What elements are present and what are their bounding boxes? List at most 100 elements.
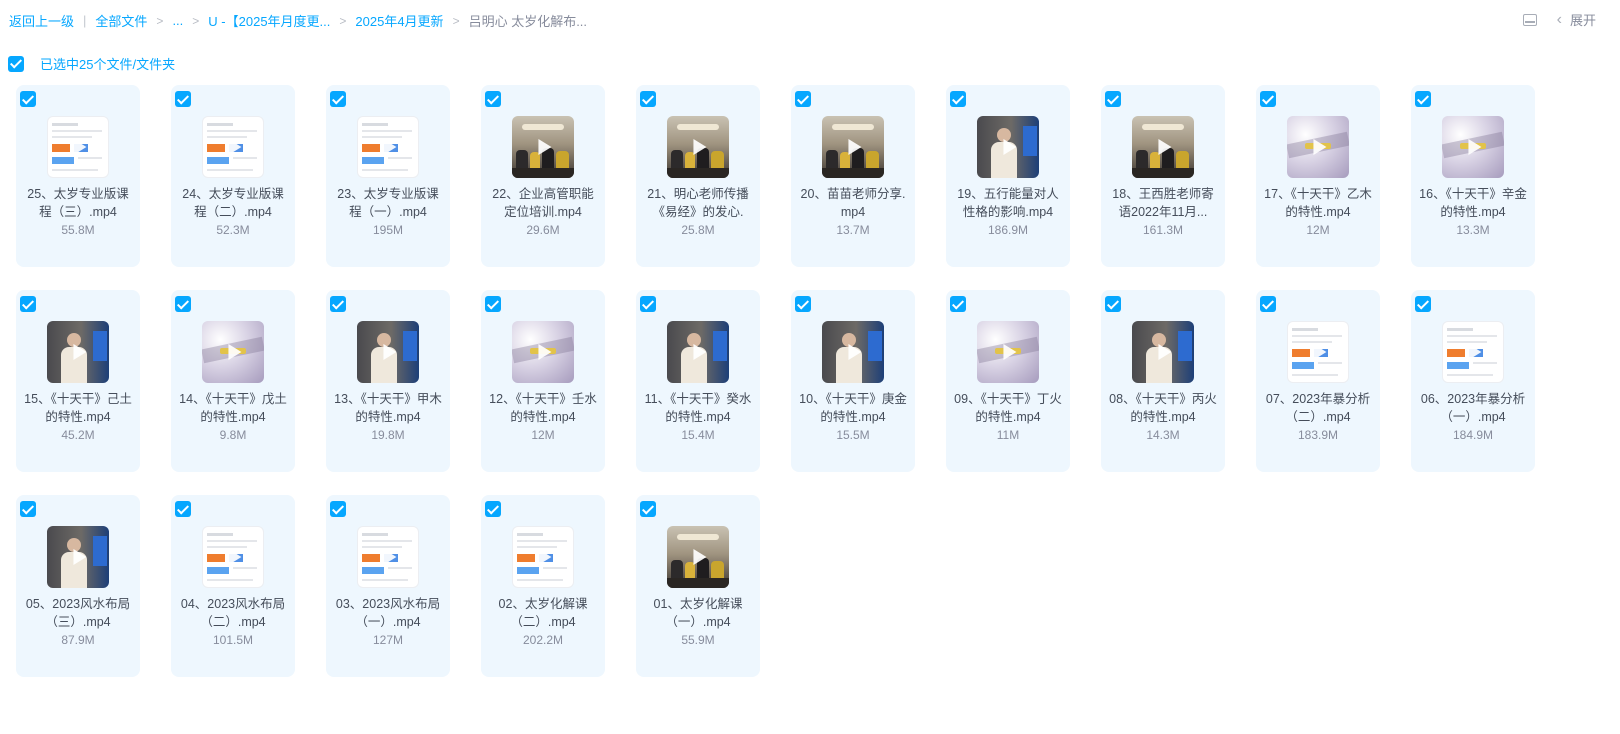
file-card[interactable]: 11、《十天干》癸水的特性.mp4 15.4M xyxy=(636,290,760,472)
file-card[interactable]: 22、企业高管职能定位培训.mp4 29.6M xyxy=(481,85,605,267)
top-right-tools: ‹ 展开 xyxy=(1522,10,1596,29)
file-card[interactable]: 15、《十天干》己土的特性.mp4 45.2M xyxy=(16,290,140,472)
video-thumbnail xyxy=(822,116,884,178)
file-checkbox[interactable] xyxy=(175,296,191,312)
play-icon xyxy=(1313,344,1327,360)
view-mode-icon[interactable] xyxy=(1522,13,1537,26)
file-card[interactable]: 08、《十天干》丙火的特性.mp4 14.3M xyxy=(1101,290,1225,472)
file-checkbox[interactable] xyxy=(950,91,966,107)
video-thumbnail xyxy=(667,526,729,588)
file-card[interactable]: 02、太岁化解课（二）.mp4 202.2M xyxy=(481,495,605,677)
file-card[interactable]: 12、《十天干》壬水的特性.mp4 12M xyxy=(481,290,605,472)
file-card[interactable]: 16、《十天干》辛金的特性.mp4 13.3M xyxy=(1411,85,1535,267)
file-checkbox[interactable] xyxy=(795,91,811,107)
play-icon xyxy=(1158,139,1172,155)
file-name: 14、《十天干》戊土的特性.mp4 xyxy=(179,392,287,424)
file-size: 13.7M xyxy=(836,223,870,237)
breadcrumb-separator-icon: > xyxy=(156,13,164,28)
file-checkbox[interactable] xyxy=(1105,296,1121,312)
breadcrumb-folder-monthly[interactable]: U -【2025年月度更... xyxy=(208,11,330,30)
file-card[interactable]: 17、《十天干》乙木的特性.mp4 12M xyxy=(1256,85,1380,267)
file-checkbox[interactable] xyxy=(20,91,36,107)
file-card[interactable]: 01、太岁化解课（一）.mp4 55.9M xyxy=(636,495,760,677)
play-icon xyxy=(73,344,87,360)
back-link[interactable]: 返回上一级 xyxy=(9,11,74,30)
file-card[interactable]: 18、王西胜老师寄语2022年11月... 161.3M xyxy=(1101,85,1225,267)
file-card[interactable]: 24、太岁专业版课程（二）.mp4 52.3M xyxy=(171,85,295,267)
video-thumbnail xyxy=(1442,321,1504,383)
file-checkbox[interactable] xyxy=(330,91,346,107)
video-thumbnail xyxy=(977,116,1039,178)
file-size: 202.2M xyxy=(522,633,564,647)
file-card[interactable]: 10、《十天干》庚金的特性.mp4 15.5M xyxy=(791,290,915,472)
file-checkbox[interactable] xyxy=(175,501,191,517)
file-size: 45.2M xyxy=(61,428,95,442)
file-checkbox[interactable] xyxy=(485,501,501,517)
file-card[interactable]: 06、2023年暴分析（一）.mp4 184.9M xyxy=(1411,290,1535,472)
file-card[interactable]: 09、《十天干》丁火的特性.mp4 11M xyxy=(946,290,1070,472)
video-thumbnail xyxy=(667,321,729,383)
file-card[interactable]: 19、五行能量对人性格的影响.mp4 186.9M xyxy=(946,85,1070,267)
file-checkbox[interactable] xyxy=(20,501,36,517)
video-thumbnail xyxy=(822,321,884,383)
file-card[interactable]: 25、太岁专业版课程（三）.mp4 55.8M xyxy=(16,85,140,267)
file-card[interactable]: 07、2023年暴分析（二）.mp4 183.9M xyxy=(1256,290,1380,472)
video-thumbnail xyxy=(1287,321,1349,383)
video-thumbnail xyxy=(202,321,264,383)
file-size: 161.3M xyxy=(1142,223,1184,237)
file-card[interactable]: 14、《十天干》戊土的特性.mp4 9.8M xyxy=(171,290,295,472)
file-name: 02、太岁化解课（二）.mp4 xyxy=(498,597,588,629)
video-thumbnail xyxy=(47,321,109,383)
file-name: 01、太岁化解课（一）.mp4 xyxy=(653,597,743,629)
file-card[interactable]: 04、2023风水布局（二）.mp4 101.5M xyxy=(171,495,295,677)
breadcrumb-separator-icon: > xyxy=(192,13,200,28)
file-checkbox[interactable] xyxy=(640,91,656,107)
video-thumbnail xyxy=(1132,116,1194,178)
select-all-row: 已选中25个文件/文件夹 xyxy=(8,54,175,73)
chevron-left-icon[interactable]: ‹ xyxy=(1557,11,1562,28)
video-thumbnail xyxy=(977,321,1039,383)
selection-count: 已选中25个文件/文件夹 xyxy=(40,57,176,72)
breadcrumb-ellipsis[interactable]: ... xyxy=(172,13,183,28)
file-size: 11M xyxy=(996,428,1020,442)
file-card[interactable]: 23、太岁专业版课程（一）.mp4 195M xyxy=(326,85,450,267)
file-checkbox[interactable] xyxy=(640,296,656,312)
play-icon xyxy=(693,549,707,565)
file-checkbox[interactable] xyxy=(485,91,501,107)
file-checkbox[interactable] xyxy=(1260,296,1276,312)
file-name: 12、《十天干》壬水的特性.mp4 xyxy=(489,392,597,424)
play-icon xyxy=(228,549,242,565)
file-card[interactable]: 20、苗苗老师分享.mp4 13.7M xyxy=(791,85,915,267)
play-icon xyxy=(228,139,242,155)
video-thumbnail xyxy=(512,321,574,383)
play-icon xyxy=(693,344,707,360)
file-checkbox[interactable] xyxy=(485,296,501,312)
video-thumbnail xyxy=(202,526,264,588)
play-icon xyxy=(383,139,397,155)
video-thumbnail xyxy=(357,116,419,178)
file-checkbox[interactable] xyxy=(950,296,966,312)
file-checkbox[interactable] xyxy=(1105,91,1121,107)
file-checkbox[interactable] xyxy=(795,296,811,312)
file-checkbox[interactable] xyxy=(1415,296,1431,312)
file-checkbox[interactable] xyxy=(1415,91,1431,107)
breadcrumb-root[interactable]: 全部文件 xyxy=(95,11,147,30)
play-icon xyxy=(228,344,242,360)
file-card[interactable]: 05、2023风水布局（三）.mp4 87.9M xyxy=(16,495,140,677)
file-checkbox[interactable] xyxy=(1260,91,1276,107)
file-name: 23、太岁专业版课程（一）.mp4 xyxy=(337,187,439,219)
file-checkbox[interactable] xyxy=(330,501,346,517)
file-checkbox[interactable] xyxy=(20,296,36,312)
file-card[interactable]: 13、《十天干》甲木的特性.mp4 19.8M xyxy=(326,290,450,472)
file-card[interactable]: 21、明心老师传播《易经》的发心. 25.8M xyxy=(636,85,760,267)
file-name: 06、2023年暴分析（一）.mp4 xyxy=(1420,392,1526,424)
file-name: 08、《十天干》丙火的特性.mp4 xyxy=(1109,392,1217,424)
file-checkbox[interactable] xyxy=(175,91,191,107)
file-checkbox[interactable] xyxy=(640,501,656,517)
file-card[interactable]: 03、2023风水布局（一）.mp4 127M xyxy=(326,495,450,677)
select-all-checkbox[interactable] xyxy=(8,55,24,72)
file-name: 07、2023年暴分析（二）.mp4 xyxy=(1265,392,1371,424)
file-checkbox[interactable] xyxy=(330,296,346,312)
breadcrumb-folder-april[interactable]: 2025年4月更新 xyxy=(355,11,443,30)
expand-button[interactable]: 展开 xyxy=(1570,10,1596,29)
